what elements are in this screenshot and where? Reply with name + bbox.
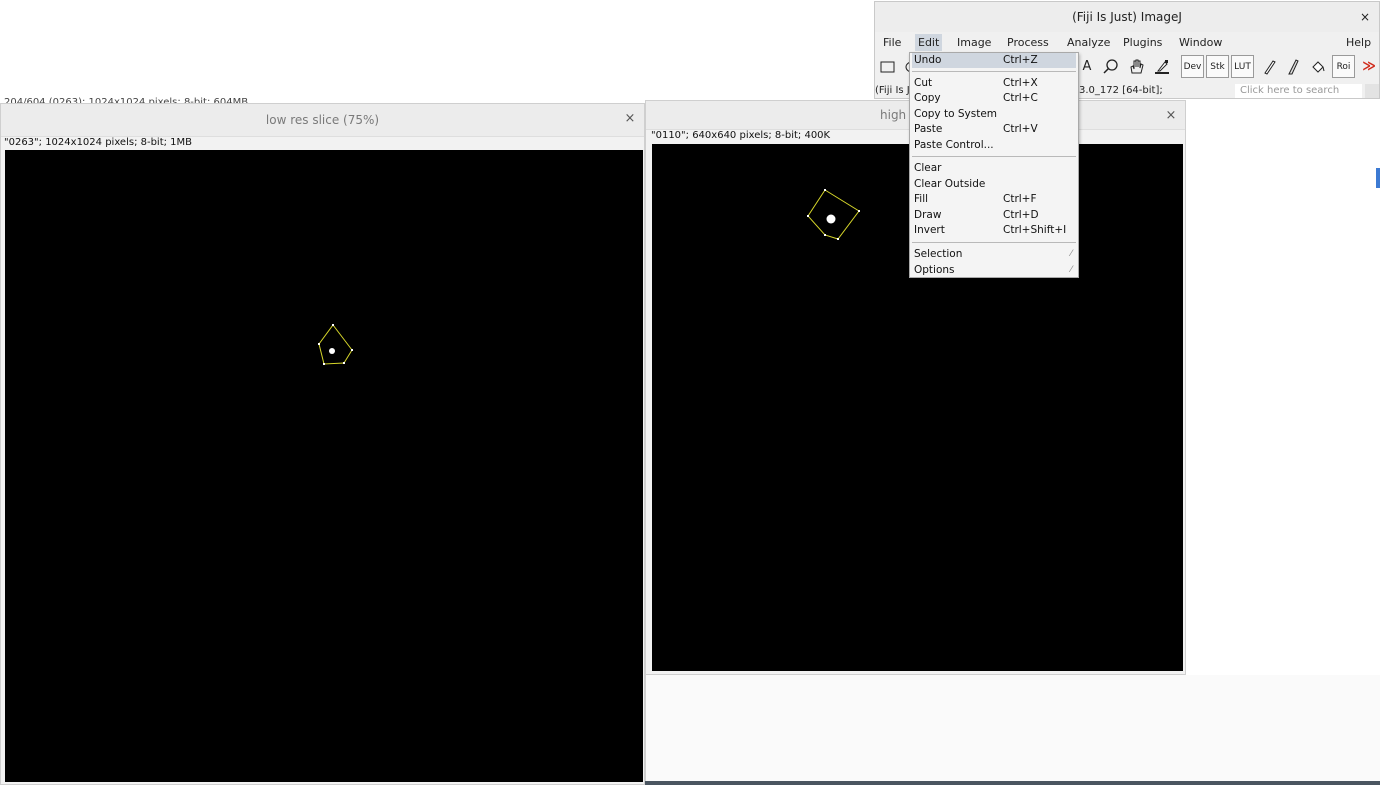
menu-item-clear-outside[interactable]: Clear Outside [912, 177, 1076, 192]
menu-item-undo[interactable]: Undo Ctrl+Z [912, 53, 1076, 68]
menu-item-label: Undo [914, 54, 942, 66]
menu-process[interactable]: Process [1007, 36, 1049, 49]
flood-fill-icon[interactable] [1307, 55, 1329, 78]
menu-item-copy[interactable]: Copy Ctrl+C [912, 91, 1076, 106]
brush-tool-icon[interactable] [1282, 55, 1304, 78]
edit-dropdown-menu: Undo Ctrl+Z Cut Ctrl+X Copy Ctrl+C Copy … [909, 52, 1079, 278]
desktop-area [645, 675, 1380, 782]
roi-handle[interactable] [824, 234, 826, 236]
roi-handle[interactable] [824, 189, 826, 191]
dev-tool-button[interactable]: Dev [1181, 55, 1204, 78]
menu-analyze[interactable]: Analyze [1067, 36, 1110, 49]
low-res-titlebar[interactable]: low res slice (75%) × [1, 104, 644, 137]
imagej-titlebar[interactable]: (Fiji Is Just) ImageJ × [875, 2, 1379, 32]
menu-item-copy-to-system[interactable]: Copy to System [912, 107, 1076, 122]
menu-item-shortcut: Ctrl+F [1003, 193, 1037, 205]
roi-tool-button[interactable]: Roi [1332, 55, 1355, 78]
stk-tool-button[interactable]: Stk [1206, 55, 1229, 78]
pencil-tool-icon[interactable] [1258, 55, 1280, 78]
high-res-cell-spot [826, 214, 836, 224]
search-field[interactable]: Click here to search [1235, 84, 1362, 98]
imagej-close-icon[interactable]: × [1360, 10, 1370, 24]
roi-handle[interactable] [332, 324, 334, 326]
status-text-version: 3.0_172 [64-bit]; [1079, 85, 1163, 96]
menu-separator [912, 156, 1076, 157]
menu-item-label: Clear [914, 162, 942, 174]
menu-item-options[interactable]: Options ⁄ [912, 263, 1076, 278]
menu-item-shortcut: Ctrl+X [1003, 77, 1038, 89]
low-res-image-canvas[interactable] [5, 150, 643, 782]
menu-item-label: Copy to System [914, 108, 998, 120]
roi-handle[interactable] [323, 363, 325, 365]
menu-item-selection[interactable]: Selection ⁄ [912, 247, 1076, 262]
hand-tool-icon[interactable] [1125, 55, 1147, 78]
imagej-title: (Fiji Is Just) ImageJ [1072, 10, 1182, 24]
status-text-left: (Fiji Is J [875, 85, 910, 96]
menu-item-shortcut: Ctrl+D [1003, 209, 1039, 221]
menu-item-shortcut: Ctrl+V [1003, 123, 1038, 135]
low-res-roi-overlay [318, 324, 353, 365]
menu-help[interactable]: Help [1346, 36, 1371, 49]
menu-window[interactable]: Window [1179, 36, 1222, 49]
menu-item-label: Draw [914, 209, 942, 221]
menu-edit[interactable]: Edit [915, 34, 943, 51]
menu-item-label: Paste Control... [914, 139, 994, 151]
menu-item-invert[interactable]: Invert Ctrl+Shift+I [912, 223, 1076, 238]
roi-handle[interactable] [318, 343, 320, 345]
low-res-image-window: low res slice (75%) × "0263"; 1024x1024 … [0, 103, 645, 785]
menu-file[interactable]: File [883, 36, 901, 49]
menu-separator [912, 242, 1076, 243]
menu-plugins[interactable]: Plugins [1123, 36, 1162, 49]
roi-handle[interactable] [351, 349, 353, 351]
high-res-image-info: "0110"; 640x640 pixels; 8-bit; 400K [651, 130, 831, 141]
taskbar-strip [645, 781, 1380, 785]
menu-item-shortcut: Ctrl+Shift+I [1003, 224, 1067, 236]
roi-handle[interactable] [858, 210, 860, 212]
menu-separator [912, 71, 1076, 72]
menu-item-clear[interactable]: Clear [912, 161, 1076, 176]
more-tools-icon[interactable]: ≫ [1358, 55, 1380, 78]
menu-item-fill[interactable]: Fill Ctrl+F [912, 192, 1076, 207]
high-res-roi-polygon[interactable] [807, 189, 860, 240]
imagej-menubar: File Edit Image Process Analyze Plugins … [875, 33, 1379, 53]
menu-item-cut[interactable]: Cut Ctrl+X [912, 76, 1076, 91]
high-res-close-icon[interactable]: × [1163, 108, 1179, 124]
low-res-image-info: "0263"; 1024x1024 pixels; 8-bit; 1MB [4, 137, 193, 148]
menu-item-shortcut: Ctrl+C [1003, 92, 1038, 104]
menu-item-label: Clear Outside [914, 178, 986, 190]
low-res-cell-spot [329, 348, 335, 354]
low-res-close-icon[interactable]: × [622, 111, 638, 127]
menu-item-label: Copy [914, 92, 941, 104]
search-button[interactable] [1365, 84, 1379, 98]
menu-item-paste[interactable]: Paste Ctrl+V [912, 122, 1076, 137]
menu-item-shortcut: Ctrl+Z [1003, 54, 1038, 66]
menu-item-label: Selection [914, 248, 963, 260]
menu-item-label: Cut [914, 77, 933, 89]
partial-window-accent [1376, 168, 1380, 188]
low-res-window-title: low res slice (75%) [265, 113, 380, 127]
rectangle-tool-icon[interactable] [877, 55, 899, 78]
submenu-arrow-icon: ⁄ [1070, 249, 1072, 259]
menu-item-paste-control[interactable]: Paste Control... [912, 138, 1076, 153]
lut-tool-button[interactable]: LUT [1231, 55, 1254, 78]
low-res-roi-polygon[interactable] [318, 324, 353, 365]
menu-item-label: Fill [914, 193, 929, 205]
submenu-arrow-icon: ⁄ [1070, 265, 1072, 275]
dropper-tool-icon[interactable] [1151, 55, 1173, 78]
menu-item-draw[interactable]: Draw Ctrl+D [912, 208, 1076, 223]
roi-handle[interactable] [837, 238, 839, 240]
text-tool-icon[interactable]: A [1076, 55, 1098, 78]
menu-item-label: Options [914, 264, 955, 276]
menu-image[interactable]: Image [957, 36, 991, 49]
menu-item-label: Invert [914, 224, 945, 236]
roi-handle[interactable] [343, 362, 345, 364]
roi-handle[interactable] [807, 215, 809, 217]
menu-item-label: Paste [914, 123, 943, 135]
magnifying-glass-icon[interactable] [1100, 55, 1122, 78]
